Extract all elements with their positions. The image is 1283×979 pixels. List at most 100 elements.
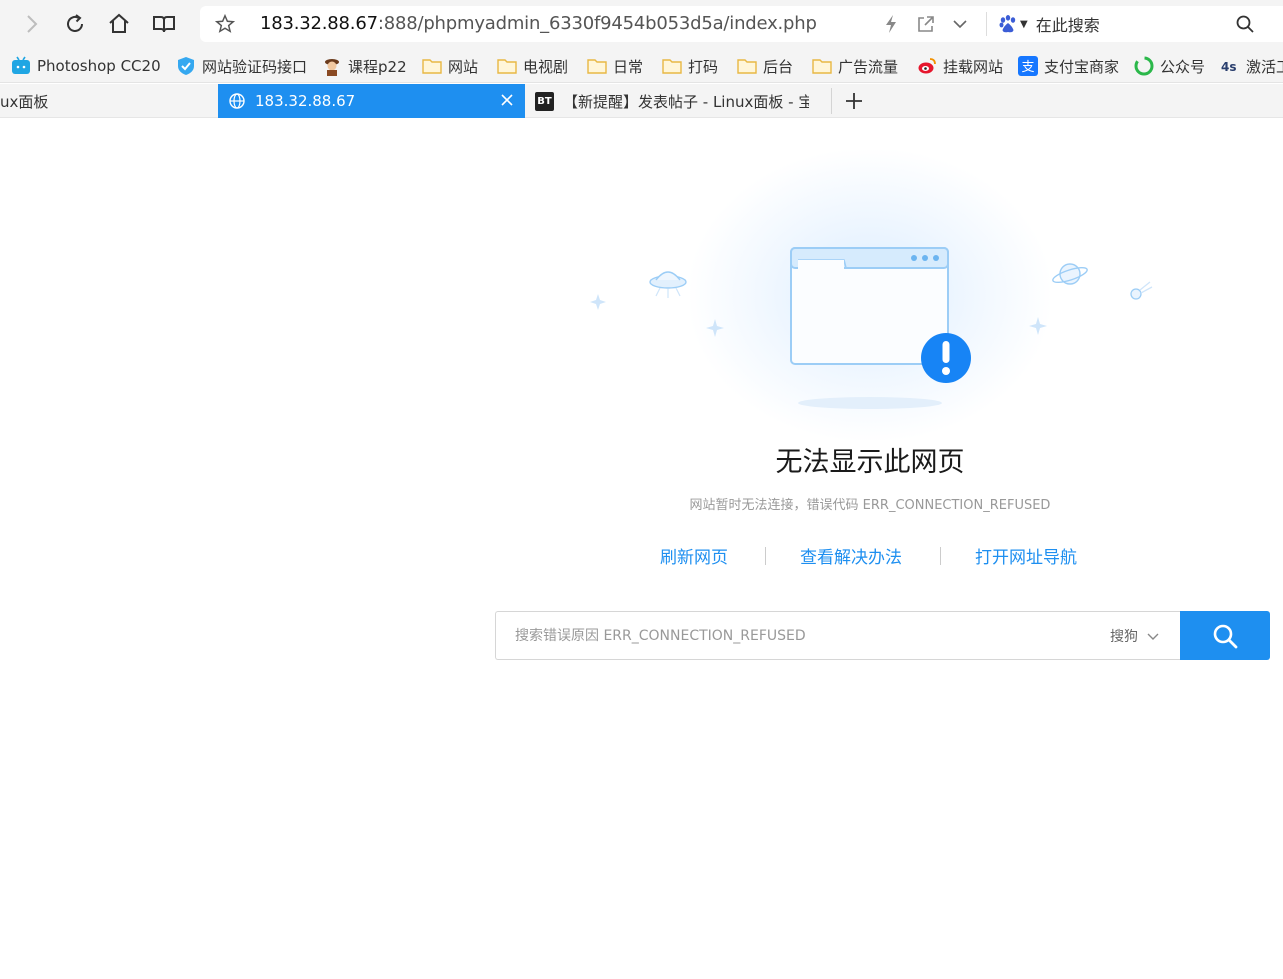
sparkle-icon — [706, 319, 724, 337]
site-icon: 4s — [1221, 60, 1237, 74]
bilibili-icon — [12, 56, 30, 74]
tab-divider — [831, 88, 832, 114]
star-icon[interactable] — [214, 13, 236, 35]
folder-icon — [587, 59, 607, 74]
folder-icon — [497, 59, 517, 74]
url-divider — [986, 12, 987, 36]
error-description: 网站暂时无法连接，错误代码 ERR_CONNECTION_REFUSED — [689, 498, 1051, 513]
svg-text:4s: 4s — [1221, 60, 1237, 74]
share-icon[interactable] — [916, 14, 936, 34]
tab-label: 183.32.88.67 — [255, 92, 356, 110]
bookmark-item[interactable]: 课程p22 — [322, 55, 407, 77]
address-bar[interactable]: 183.32.88.67:888/phpmyadmin_6330f9454b05… — [200, 6, 1283, 42]
bookmark-item[interactable]: Photoshop CC20 — [11, 55, 161, 77]
globe-icon — [229, 93, 245, 109]
shield-check-icon — [178, 57, 194, 75]
url-text[interactable]: 183.32.88.67:888/phpmyadmin_6330f9454b05… — [260, 13, 817, 34]
bookmark-item[interactable]: 电视剧 — [497, 55, 568, 77]
reader-mode-button[interactable] — [149, 9, 179, 39]
search-icon — [1213, 624, 1238, 648]
bookmark-label: 电视剧 — [523, 57, 569, 76]
url-host: 183.32.88.67 — [260, 13, 378, 34]
tab-linux-panel[interactable]: ux面板 — [0, 84, 216, 118]
bookmark-item[interactable]: 4s 激活工 — [1220, 55, 1283, 77]
plus-icon[interactable] — [842, 89, 866, 113]
chevron-down-icon[interactable] — [952, 14, 968, 34]
bookmark-label: 支付宝商家 — [1044, 57, 1120, 76]
error-search-box: 搜狗 — [495, 611, 1181, 660]
bookmark-label: 后台 — [763, 57, 794, 76]
error-actions: 刷新网页 查看解决办法 打开网址导航 — [620, 543, 1120, 569]
home-icon — [109, 13, 129, 33]
engine-dropdown[interactable]: 搜狗 — [1110, 626, 1159, 646]
bookmark-item[interactable]: 打码 — [662, 55, 718, 77]
bookmark-label: Photoshop CC20 — [37, 57, 161, 75]
bookmark-item[interactable]: 网站 — [422, 55, 478, 77]
close-icon[interactable] — [499, 92, 515, 108]
bookmark-label: 课程p22 — [348, 57, 407, 76]
bookmark-item[interactable]: 挂载网站 — [917, 55, 1003, 77]
home-button[interactable] — [104, 9, 134, 39]
bookmark-item[interactable]: 日常 — [587, 55, 643, 77]
planet-icon — [1052, 263, 1088, 285]
bookmark-item[interactable]: 网站验证码接口 — [176, 55, 307, 77]
chevron-right-icon — [27, 15, 38, 33]
sparkle-icon — [1029, 317, 1047, 335]
view-solution-link[interactable]: 查看解决办法 — [800, 543, 902, 568]
folder-icon — [662, 59, 682, 74]
caret-down-icon: ▼ — [1020, 18, 1028, 30]
error-title: 无法显示此网页 — [775, 447, 965, 478]
folder-icon — [812, 59, 832, 74]
folder-icon — [422, 59, 442, 74]
error-search-input[interactable] — [496, 612, 1086, 659]
engine-label: 搜狗 — [1110, 629, 1138, 645]
bookmark-item[interactable]: 公众号 — [1134, 55, 1205, 77]
open-navigation-link[interactable]: 打开网址导航 — [975, 543, 1077, 568]
search-box-placeholder[interactable]: 在此搜索 — [1036, 12, 1100, 36]
bt-badge-icon: BT — [535, 91, 554, 111]
lightning-icon[interactable] — [884, 14, 898, 34]
tab-bt-post[interactable]: BT 【新提醒】发表帖子 - Linux面板 - 宝 — [527, 84, 830, 118]
bookmark-label: 网站验证码接口 — [202, 57, 308, 76]
browser-toolbar: 183.32.88.67:888/phpmyadmin_6330f9454b05… — [0, 0, 1283, 48]
alipay-icon: 支 — [1018, 56, 1038, 76]
bookmark-label: 日常 — [613, 57, 644, 76]
refresh-page-link[interactable]: 刷新网页 — [660, 543, 728, 568]
tab-current[interactable]: 183.32.88.67 — [218, 84, 525, 118]
svg-text:支: 支 — [1021, 60, 1034, 75]
weibo-icon — [918, 58, 936, 74]
tab-label: ux面板 — [0, 92, 49, 111]
bookmarks-bar: Photoshop CC20 网站验证码接口 课程p22 网站 电视剧 日常 打… — [0, 48, 1283, 83]
search-button[interactable] — [1180, 611, 1270, 660]
bookmark-label: 网站 — [448, 57, 479, 76]
chevron-down-icon — [1147, 633, 1159, 640]
baidu-paw-icon — [999, 15, 1016, 33]
book-icon — [153, 16, 175, 33]
forward-button[interactable] — [16, 9, 46, 39]
sparkle-icon — [590, 294, 606, 310]
link-divider — [940, 547, 941, 565]
bookmark-item[interactable]: 广告流量 — [812, 55, 898, 77]
tab-label: 【新提醒】发表帖子 - Linux面板 - 宝 — [563, 92, 809, 111]
link-divider — [765, 547, 766, 565]
reload-button[interactable] — [60, 9, 90, 39]
bookmark-item[interactable]: 后台 — [737, 55, 793, 77]
comet-icon — [1130, 281, 1153, 300]
search-icon[interactable] — [1234, 13, 1256, 35]
tab-strip: ux面板 183.32.88.67 BT 【新提醒】发表帖子 - Linux面板… — [0, 84, 1283, 118]
folder-icon — [737, 59, 757, 74]
search-engine-selector[interactable]: ▼ 在此搜索 — [998, 12, 1100, 36]
bookmark-label: 广告流量 — [838, 57, 899, 76]
wechat-icon — [1134, 56, 1154, 76]
bookmark-label: 打码 — [688, 57, 719, 76]
bookmark-item[interactable]: 支 支付宝商家 — [1018, 55, 1119, 77]
ufo-icon — [649, 271, 687, 298]
bookmark-label: 挂载网站 — [943, 57, 1004, 76]
broken-page-illustration — [590, 247, 1153, 409]
alert-icon — [921, 333, 971, 383]
reload-icon — [67, 14, 83, 32]
shadow-shape — [798, 397, 942, 409]
bookmark-label: 激活工 — [1246, 57, 1283, 76]
url-path: :888/phpmyadmin_6330f9454b053d5a/index.p… — [377, 13, 817, 34]
bookmark-label: 公众号 — [1160, 57, 1206, 76]
